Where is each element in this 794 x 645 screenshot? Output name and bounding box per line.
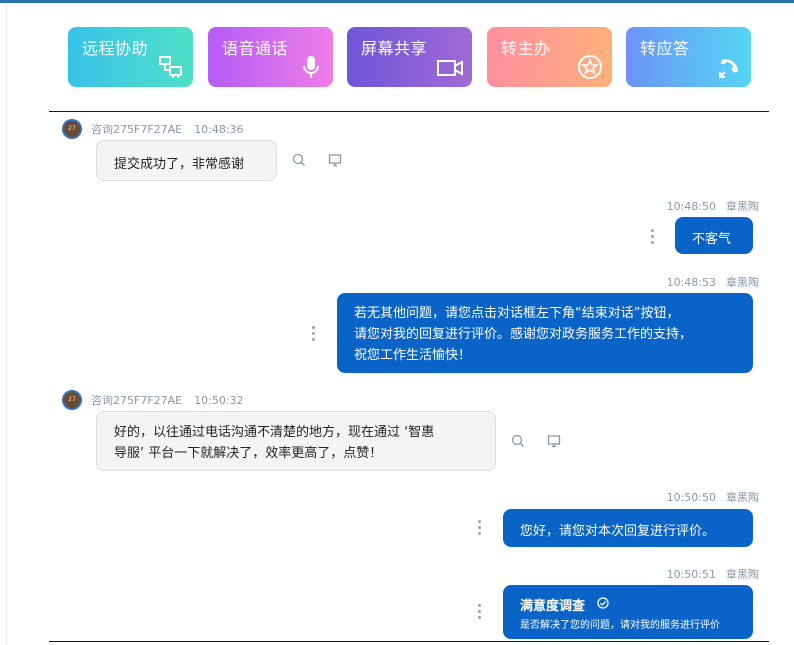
message-time: 10:50:50	[666, 491, 716, 504]
sender-name: 章黑陶	[726, 491, 759, 504]
search-icon[interactable]	[292, 153, 306, 167]
video-camera-icon	[437, 60, 463, 76]
satisfaction-survey-card[interactable]: 满意度调查 是否解决了您的问题，请对我的服务进行评价	[503, 585, 753, 639]
remote-assist-label: 远程协助	[82, 39, 149, 58]
message-time: 10:50:32	[194, 394, 244, 407]
message-meta: 10:50:51 章黑陶	[667, 566, 759, 582]
survey-subtitle: 是否解决了您的问题，请对我的服务进行评价	[520, 620, 720, 631]
sender-name: 咨询275F7F27AE	[91, 123, 183, 136]
transfer-host-label: 转主办	[501, 39, 551, 58]
message-meta: 咨询275F7F27AE 10:48:36	[91, 121, 244, 137]
message-bubble-incoming[interactable]: 好的，以往通过电话沟通不清楚的地方，现在通过 ‘智惠 导服’ 平台一下就解决了，…	[96, 411, 496, 471]
transfer-answer-button[interactable]: 转应答	[626, 27, 751, 87]
message-text: 提交成功了，非常感谢	[114, 157, 245, 172]
chat-bottom-divider	[49, 641, 769, 642]
search-icon[interactable]	[511, 434, 525, 448]
message-meta: 咨询275F7F27AE 10:50:32	[91, 392, 244, 408]
left-border	[6, 3, 7, 645]
message-meta: 10:50:50 章黑陶	[667, 489, 759, 505]
sender-name: 章黑陶	[726, 276, 759, 289]
screen-share-button[interactable]: 屏幕共享	[347, 27, 472, 87]
remote-assist-button[interactable]: 远程协助	[68, 27, 193, 87]
voice-call-button[interactable]: 语音通话	[208, 27, 333, 87]
sender-name: 咨询275F7F27AE	[91, 394, 183, 407]
avatar[interactable]: 27	[62, 390, 82, 410]
action-toolbar: 远程协助 语音通话 屏幕共享 转主办 转应答	[68, 27, 758, 87]
remote-assist-icon	[159, 56, 182, 78]
screen-share-label: 屏幕共享	[361, 39, 428, 58]
voice-call-label: 语音通话	[222, 39, 289, 58]
message-bubble-outgoing[interactable]: 不客气	[675, 217, 753, 254]
message-time: 10:48:53	[666, 276, 716, 289]
chat-top-divider	[49, 111, 769, 112]
message-bubble-incoming[interactable]: 提交成功了，非常感谢	[96, 140, 277, 181]
message-text: 好的，以往通过电话沟通不清楚的地方，现在通过 ‘智惠 导服’ 平台一下就解决了，…	[114, 425, 435, 461]
message-meta: 10:48:50 章黑陶	[667, 198, 759, 214]
transfer-answer-label: 转应答	[640, 39, 690, 58]
message-text: 若无其他问题，请您点击对话框左下角“结束对话”按钮， 请您对我的回复进行评价。感…	[354, 306, 693, 363]
more-options-icon[interactable]	[477, 604, 481, 620]
more-options-icon[interactable]	[650, 229, 654, 245]
sender-name: 章黑陶	[726, 568, 759, 581]
phone-transfer-icon	[719, 59, 739, 78]
message-time: 10:48:36	[194, 123, 244, 136]
microphone-icon	[303, 56, 319, 78]
top-border	[0, 0, 794, 3]
transfer-host-button[interactable]: 转主办	[487, 27, 612, 87]
message-time: 10:48:50	[666, 200, 716, 213]
message-meta: 10:48:53 章黑陶	[667, 274, 759, 290]
more-options-icon[interactable]	[311, 326, 315, 342]
message-bubble-outgoing[interactable]: 若无其他问题，请您点击对话框左下角“结束对话”按钮， 请您对我的回复进行评价。感…	[337, 293, 753, 373]
message-time: 10:50:51	[666, 568, 716, 581]
message-text: 不客气	[692, 232, 732, 247]
survey-check-icon	[597, 597, 609, 609]
monitor-icon[interactable]	[547, 434, 561, 448]
message-text: 您好，请您对本次回复进行评价。	[520, 524, 716, 539]
survey-title: 满意度调查	[520, 599, 586, 614]
avatar[interactable]: 27	[62, 119, 82, 139]
star-circle-icon	[578, 55, 602, 79]
sender-name: 章黑陶	[726, 200, 759, 213]
message-bubble-outgoing[interactable]: 您好，请您对本次回复进行评价。	[503, 509, 753, 547]
monitor-icon[interactable]	[328, 153, 342, 167]
more-options-icon[interactable]	[477, 520, 481, 536]
